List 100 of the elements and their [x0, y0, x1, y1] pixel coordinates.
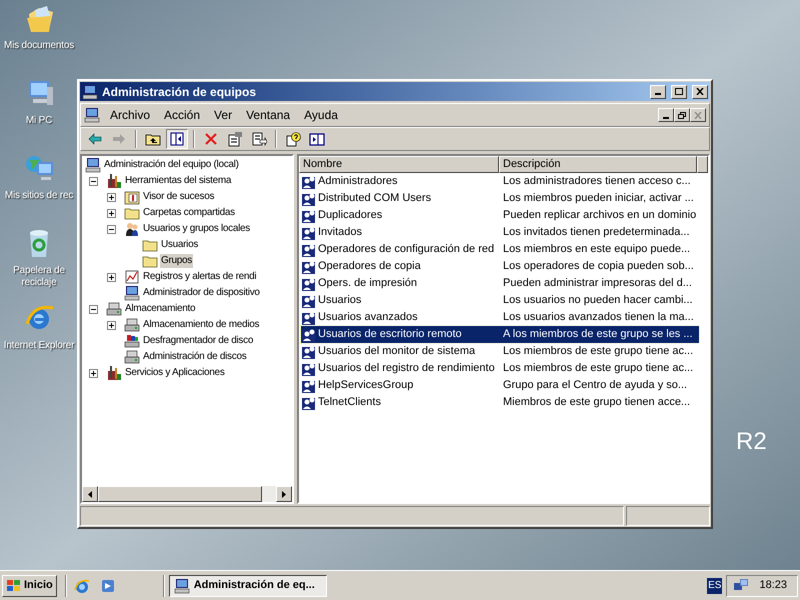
list-row[interactable]: Usuarios del registro de rendimiento Los miembros de este grupo tiene ac...	[301, 360, 699, 377]
menu-item[interactable]: Ventana	[240, 106, 296, 124]
launcher-icon	[100, 578, 116, 594]
group-description: Los miembros en este equipo puede...	[502, 242, 690, 258]
child-minimize-button[interactable]	[658, 108, 674, 122]
collapse-toggle[interactable]	[89, 304, 98, 314]
list-row[interactable]: Duplicadores Pueden replicar archivos en un dominio	[301, 207, 699, 224]
tree-item[interactable]: Registros y alertas de rendi	[142, 270, 258, 284]
menu-item[interactable]: Ayuda	[298, 106, 344, 124]
defrag-icon	[124, 333, 140, 349]
group-description: Grupo para el Centro de ayuda y so...	[502, 378, 688, 394]
action-pane-icon	[309, 131, 325, 147]
tree-item[interactable]: Herramientas del sistema	[124, 174, 232, 188]
menu-item[interactable]: Ver	[208, 106, 238, 124]
event-log-icon	[124, 189, 140, 205]
tree-item[interactable]: Usuarios	[160, 238, 200, 252]
tree-item[interactable]: Visor de sucesos	[142, 190, 216, 204]
list-row[interactable]: Usuarios de escritorio remoto A los miembros de este grupo se les ...	[301, 326, 699, 343]
group-description: Los miembros de este grupo tiene ac...	[502, 344, 694, 360]
list-row[interactable]: Administradores Los administradores tienen acceso c...	[301, 173, 699, 190]
list-row[interactable]: Invitados Los invitados tienen predeterminada...	[301, 224, 699, 241]
close-icon	[696, 88, 704, 95]
tree-item[interactable]: Usuarios y grupos locales	[142, 222, 251, 236]
properties-icon	[227, 131, 243, 147]
group-description: Los miembros de este grupo tiene ac...	[502, 361, 694, 376]
group-name: Usuarios	[318, 293, 362, 308]
expand-toggle[interactable]	[107, 272, 116, 282]
users-icon	[124, 221, 140, 237]
expand-toggle[interactable]	[107, 208, 116, 218]
child-close-button[interactable]	[690, 108, 706, 122]
minimize-button[interactable]	[650, 84, 666, 98]
list-row[interactable]: Operadores de copia Los operadores de copia pueden sob...	[301, 258, 699, 275]
group-description: Pueden replicar archivos en un dominio	[502, 208, 696, 224]
performance-log-icon	[124, 269, 140, 285]
list-row[interactable]: Distributed COM Users Los miembros pueden iniciar, activar ...	[301, 190, 699, 207]
forward-arrow-icon	[111, 131, 127, 147]
taskbar-button[interactable]: Administración de eq...	[168, 574, 327, 596]
computer-icon	[82, 84, 98, 100]
maximize-button[interactable]	[671, 84, 687, 98]
group-description: Miembros de este grupo tienen acce...	[502, 395, 690, 410]
expand-toggle[interactable]	[107, 192, 116, 202]
menu-item[interactable]: Archivo	[104, 106, 156, 124]
list-row[interactable]: Usuarios avanzados Los usuarios avanzados tienen la ma...	[301, 309, 699, 326]
group-description: Los usuarios no pueden hacer cambi...	[502, 293, 693, 308]
left-arrow-icon	[88, 490, 92, 498]
tree-item[interactable]: Grupos	[160, 254, 193, 268]
collapse-toggle[interactable]	[107, 224, 116, 234]
desktop-icon-label: Mis documentos	[2, 40, 75, 52]
maximize-icon	[675, 88, 683, 95]
computer-icon	[85, 157, 101, 173]
scroll-right-button[interactable]	[276, 486, 292, 502]
scroll-left-button[interactable]	[82, 486, 98, 502]
toolbar-button[interactable]	[166, 129, 188, 149]
group-name: Duplicadores	[318, 208, 382, 224]
collapse-toggle[interactable]	[89, 176, 98, 186]
horizontal-scrollbar[interactable]	[82, 486, 292, 502]
language-indicator[interactable]: ES	[707, 578, 722, 594]
tree-item[interactable]: Administración del equipo (local)	[103, 158, 240, 172]
right-arrow-icon	[282, 490, 286, 498]
group-description: Los usuarios avanzados tienen la ma...	[502, 310, 694, 326]
column-header[interactable]: Nombre	[299, 156, 499, 173]
close-button[interactable]	[692, 84, 708, 98]
tree-item[interactable]: Servicios y Aplicaciones	[124, 366, 226, 380]
computer-icon	[124, 285, 140, 301]
desktop-watermark-text: R2	[736, 427, 767, 457]
tools-icon	[106, 365, 122, 381]
list-row[interactable]: Opers. de impresión Pueden administrar impresoras del d...	[301, 275, 699, 292]
tree-item[interactable]: Administración de discos	[142, 350, 248, 364]
group-name: TelnetClients	[318, 395, 381, 410]
list-row[interactable]: Usuarios Los usuarios no pueden hacer cambi...	[301, 292, 699, 309]
tree-item[interactable]: Almacenamiento de medios	[142, 318, 260, 332]
scrollbar-thumb[interactable]	[98, 486, 262, 502]
start-button[interactable]: Inicio	[2, 574, 57, 596]
export-list-icon	[251, 131, 267, 147]
tree-item[interactable]: Carpetas compartidas	[142, 206, 236, 220]
windows-logo-icon	[6, 578, 22, 592]
clock: 18:23	[758, 578, 788, 594]
tree-item[interactable]: Almacenamiento	[124, 302, 196, 316]
group-name: Usuarios del registro de rendimiento	[318, 361, 495, 376]
expand-toggle[interactable]	[89, 368, 98, 378]
group-name: Operadores de configuración de red	[318, 242, 494, 258]
column-header[interactable]: Descripción	[499, 156, 697, 173]
group-description: A los miembros de este grupo se les ...	[502, 327, 693, 342]
tree-item[interactable]: Desfragmentador de disco	[142, 334, 254, 348]
storage-icon	[124, 317, 140, 333]
expand-toggle[interactable]	[107, 320, 116, 330]
desktop-icon-label: Papelera de reciclaje	[12, 265, 66, 289]
group-name: HelpServicesGroup	[318, 378, 414, 394]
group-description: Los operadores de copia pueden sob...	[502, 259, 694, 274]
list-row[interactable]: Usuarios del monitor de sistema Los miembros de este grupo tiene ac...	[301, 343, 699, 360]
delete-icon	[203, 131, 219, 147]
group-name: Opers. de impresión	[318, 276, 418, 292]
computer-icon	[84, 107, 100, 123]
menu-item[interactable]: Acción	[158, 106, 206, 124]
list-row[interactable]: HelpServicesGroup Grupo para el Centro de ayuda y so...	[301, 377, 699, 394]
list-row[interactable]: TelnetClients Miembros de este grupo tienen acce...	[301, 394, 699, 411]
browser-icon	[74, 578, 90, 594]
tree-item[interactable]: Administrador de dispositivo	[142, 286, 261, 300]
list-row[interactable]: Operadores de configuración de red Los miembros en este equipo puede...	[301, 241, 699, 258]
child-restore-button[interactable]	[674, 108, 690, 122]
